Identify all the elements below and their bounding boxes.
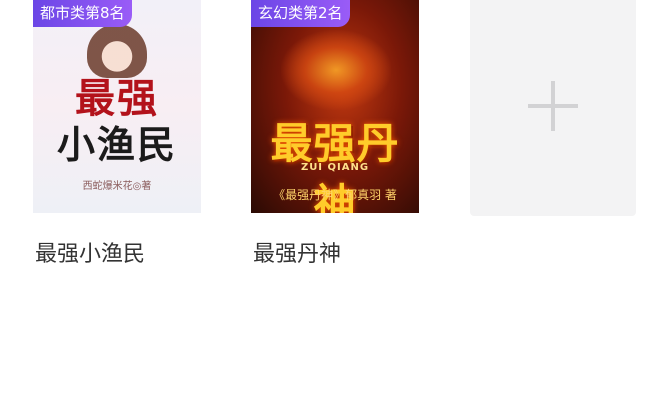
cover-author: 西蛇爆米花◎著: [82, 181, 152, 192]
cover-title: 最强 小渔民: [33, 76, 201, 168]
cover-author: 《最强丹神》郁真羽 著: [273, 188, 397, 202]
cover-title-line2: 小渔民: [56, 122, 177, 167]
cover-illustration: [281, 30, 391, 110]
rank-badge: 玄幻类第2名: [251, 0, 350, 27]
book-cover[interactable]: 都市类第8名 最强 小渔民 西蛇爆米花◎著: [33, 0, 201, 213]
book-title[interactable]: 最强小渔民: [35, 236, 145, 268]
book-item[interactable]: 都市类第8名 最强 小渔民 西蛇爆米花◎著 最强小渔民: [33, 0, 201, 267]
rank-badge: 都市类第8名: [33, 0, 132, 27]
add-book-button[interactable]: [470, 0, 636, 216]
book-title[interactable]: 最强丹神: [253, 236, 341, 268]
cover-title-line1: 最强: [75, 75, 159, 122]
plus-icon: [528, 81, 578, 131]
book-item[interactable]: 玄幻类第2名 最强丹神 ZUI QIANG 《最强丹神》郁真羽 著 最强丹神: [251, 0, 419, 267]
cover-illustration: [87, 24, 147, 78]
book-cover[interactable]: 玄幻类第2名 最强丹神 ZUI QIANG 《最强丹神》郁真羽 著: [251, 0, 419, 213]
cover-subtitle: ZUI QIANG: [300, 162, 370, 173]
